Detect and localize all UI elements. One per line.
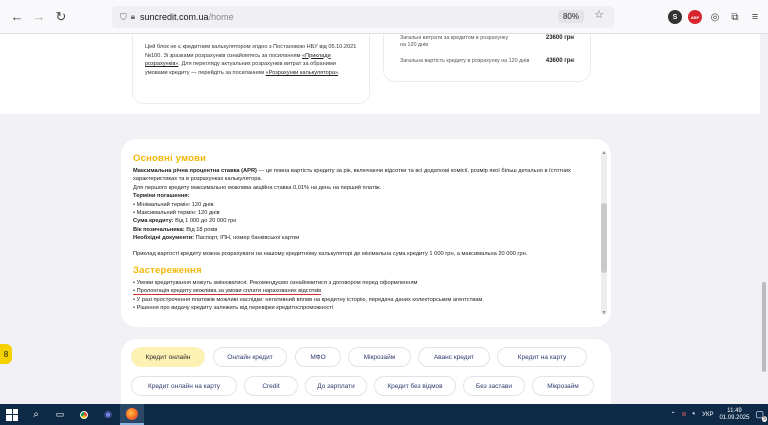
conditions-title: Основні умови xyxy=(133,153,207,164)
calculator-link[interactable]: «Розрахунки калькулятора» xyxy=(266,70,339,76)
volume-icon[interactable]: 🔈︎ xyxy=(693,411,697,418)
conditions-card[interactable]: Основні умови Максимальна річна процентн… xyxy=(121,139,611,327)
warning-item: • У разі прострочення платежів можливі н… xyxy=(133,296,483,303)
chip-bez-zastavy[interactable]: Без застави xyxy=(463,376,525,396)
total-cost-row: Загальна вартість кредиту в розрахунку н… xyxy=(400,58,574,64)
sum-value: Від 1 000 до 20 000 грн xyxy=(173,218,237,225)
chip-do-zarplaty[interactable]: До зарплати xyxy=(305,376,367,396)
age-row: Вік позичальника: Від 18 років xyxy=(133,226,599,234)
conditions-scrollbar[interactable]: ▲ ▼ xyxy=(601,150,607,316)
extension-s-icon[interactable]: S xyxy=(668,10,682,24)
url-path: /home xyxy=(208,12,234,22)
chrome-icon[interactable] xyxy=(72,404,96,425)
warning-item-underlined: • Пролонгація кредиту можлива за умови с… xyxy=(133,288,322,296)
url-domain: suncredit.com.ua xyxy=(140,12,209,22)
reload-icon[interactable]: ↻ xyxy=(50,6,72,28)
task-view-icon[interactable]: ▭ xyxy=(48,404,72,425)
lock-icon: 🔒︎ xyxy=(130,12,136,21)
sum-row: Сума кредиту: Від 1 000 до 20 000 грн xyxy=(133,217,599,225)
docs-value: Паспорт, ІПН, номер банківської картки xyxy=(194,235,300,242)
search-icon[interactable]: ⌕ xyxy=(24,404,48,425)
teams-icon[interactable]: ◉ xyxy=(96,404,120,425)
chip-kredyt-onlain[interactable]: Кредит онлайн xyxy=(131,347,205,367)
terms-label: Терміни погашення: xyxy=(133,192,599,200)
term-max: • Максимальний термін: 120 днів xyxy=(133,210,220,217)
notifications-count: 5 xyxy=(762,416,767,422)
terms-label-text: Терміни погашення: xyxy=(133,193,190,200)
chevron-up-icon[interactable]: ⌃ xyxy=(670,411,675,418)
chip-mfo[interactable]: МФО xyxy=(295,347,341,367)
clock[interactable]: 11:49 01.09.2025 xyxy=(719,408,749,422)
page-scroll-thumb[interactable] xyxy=(762,282,766,372)
chip-avans-kredyt[interactable]: Аванс кредит xyxy=(418,347,490,367)
term-min: • Мінімальний термін: 120 днів xyxy=(133,201,214,208)
total-expenses-row: Загальні витрати за кредитом в розрахунк… xyxy=(400,35,574,49)
docs-label: Необхідні документи: xyxy=(133,235,195,242)
extensions-icon[interactable]: ⧉ xyxy=(728,6,742,28)
adblock-icon[interactable]: ABP xyxy=(688,10,702,24)
total-expenses-value: 23600 грн xyxy=(545,35,574,41)
network-off-icon[interactable]: ⊘ xyxy=(682,411,687,418)
windows-start-icon[interactable] xyxy=(6,408,18,421)
chat-tab-icon[interactable]: 8 xyxy=(0,344,12,364)
chip-mikrozaim[interactable]: Мікрозайм xyxy=(348,347,411,367)
warning-title: Застереження xyxy=(133,265,202,277)
conditions-scroll-thumb[interactable] xyxy=(601,203,607,273)
zoom-indicator[interactable]: 80% xyxy=(557,10,584,23)
toolbar-extensions: S ABP ◎ ⧉ ≡ xyxy=(668,6,762,28)
chip-kredyt-onlain-na-kartu[interactable]: Кредит онлайн на карту xyxy=(131,376,237,396)
scroll-down-icon[interactable]: ▼ xyxy=(601,310,607,316)
first-credit-text: Для першого кредиту максимально можлива … xyxy=(133,184,382,191)
clock-date: 01.09.2025 xyxy=(719,414,750,421)
age-label: Вік позичальника: xyxy=(133,226,185,233)
notifications-icon[interactable]: ▢ 5 xyxy=(755,409,767,422)
browser-toolbar: ← → ↻ ⛉ 🔒︎ suncredit.com.ua /home 80% ☆ … xyxy=(0,0,768,34)
windows-taskbar: ⌕ ▭ ◉ ⌃ ⊘ 🔈︎ УКР 11:49 01.09.2025 ▢ 5 xyxy=(0,404,768,425)
forward-icon[interactable]: → xyxy=(28,6,50,28)
keyboard-language[interactable]: УКР xyxy=(702,412,713,418)
apr-paragraph: Максимальна річна процентна ставка (APR)… xyxy=(133,167,599,184)
total-cost-value: 43600 грн xyxy=(545,58,574,64)
chip-mikrozaim-2[interactable]: Мікрозайм xyxy=(532,376,594,396)
firefox-icon[interactable] xyxy=(120,404,144,425)
cost-summary-card: Загальні витрати за кредитом в розрахунк… xyxy=(383,34,591,82)
warning-item: • Умови кредитування можуть змінюватися.… xyxy=(133,280,418,287)
page-scrollbar[interactable] xyxy=(760,34,768,404)
tags-card: Кредит онлайн Онлайн кредит МФО Мікрозай… xyxy=(121,339,611,404)
account-icon[interactable]: ◎ xyxy=(708,6,722,28)
sum-label: Сума кредиту: xyxy=(133,218,174,225)
example-text: Приклад вартості кредиту можна розрахува… xyxy=(133,250,528,257)
total-expenses-label: Загальні витрати за кредитом в розрахунк… xyxy=(400,35,509,48)
clock-time: 11:49 xyxy=(727,407,742,414)
page-content: Цей блок не є кредитним калькулятором зг… xyxy=(0,34,768,404)
menu-icon[interactable]: ≡ xyxy=(748,6,762,28)
apr-label: Максимальна річна процентна ставка (APR) xyxy=(133,168,257,174)
chip-kredyt-bez-vidmov[interactable]: Кредит без відмов xyxy=(374,376,456,396)
chip-onlain-kredyt[interactable]: Онлайн кредит xyxy=(213,347,287,367)
system-tray: ⌃ ⊘ 🔈︎ УКР 11:49 01.09.2025 ▢ 5 xyxy=(670,404,768,425)
total-cost-label: Загальна вартість кредиту в розрахунку н… xyxy=(400,58,530,64)
warning-item: • Пролонгація кредиту можлива за умови с… xyxy=(133,287,599,296)
warning-item: • Рішення про видачу кредиту залежить ві… xyxy=(133,305,334,312)
back-icon[interactable]: ← xyxy=(6,6,28,28)
bookmark-star-icon[interactable]: ☆ xyxy=(594,8,604,21)
disclaimer-card: Цей блок не є кредитним калькулятором зг… xyxy=(132,34,370,104)
chip-credit[interactable]: Credit xyxy=(244,376,298,396)
chip-kredyt-na-kartu[interactable]: Кредит на карту xyxy=(497,347,587,367)
age-value: Від 18 років xyxy=(184,226,218,233)
scroll-up-icon[interactable]: ▲ xyxy=(601,150,607,156)
address-bar[interactable]: ⛉ 🔒︎ suncredit.com.ua /home 80% ☆ xyxy=(112,6,614,28)
shield-icon: ⛉ xyxy=(120,11,127,22)
docs-row: Необхідні документи: Паспорт, ІПН, номер… xyxy=(133,234,599,242)
disclaimer-text-3: . xyxy=(338,69,340,76)
